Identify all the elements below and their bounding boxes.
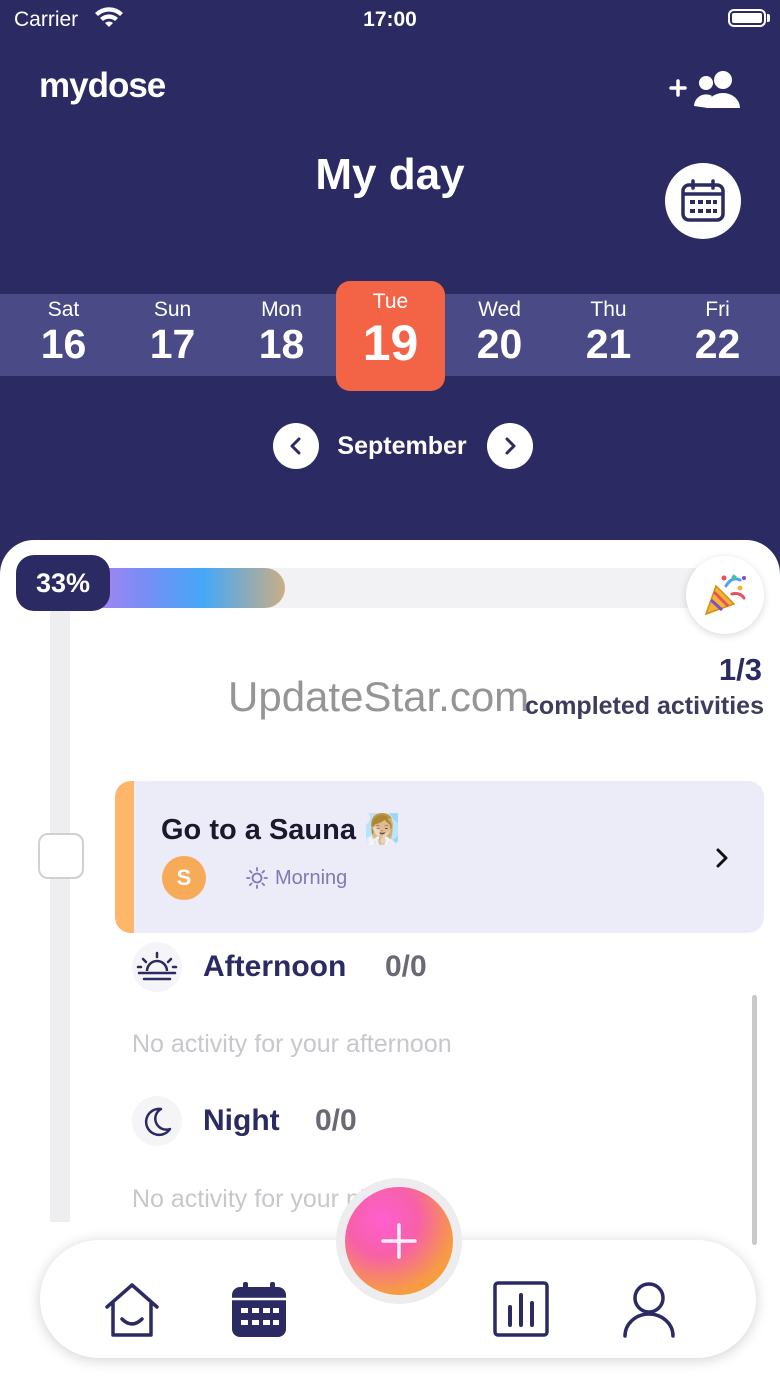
day-number: 16 [40, 321, 87, 367]
page-title: My day [315, 150, 465, 199]
chevron-right-icon [505, 437, 516, 455]
day-mon[interactable]: Mon 18 [227, 294, 336, 376]
day-name: Sun [153, 298, 192, 321]
party-popper-icon [704, 574, 746, 616]
completed-count: 1/3 [718, 652, 762, 687]
home-icon [105, 1283, 159, 1337]
month-navigation: September [0, 423, 780, 471]
status-bar: Carrier 17:00 [0, 0, 780, 40]
clock: 17:00 [363, 8, 417, 31]
battery-tip [767, 14, 770, 22]
day-number: 18 [258, 321, 305, 367]
day-number: 21 [585, 321, 632, 367]
progress-percent-badge: 33% [16, 555, 110, 611]
day-number: 20 [476, 321, 523, 367]
day-fri[interactable]: Fri 22 [663, 294, 772, 376]
afternoon-count: 0/0 [385, 950, 427, 983]
moon-icon [132, 1096, 182, 1146]
day-sun[interactable]: Sun 17 [118, 294, 227, 376]
activity-period: Morning [275, 867, 348, 889]
sun-icon [246, 867, 268, 894]
day-tue-selected[interactable]: Tue 19 [336, 281, 445, 391]
day-number: 19 [362, 315, 419, 371]
day-name: Mon [261, 298, 302, 321]
watermark: UpdateStar.com [228, 673, 530, 720]
avatar: S [162, 856, 206, 900]
sunset-icon [132, 942, 182, 992]
tab-stats[interactable] [493, 1281, 549, 1342]
day-thu[interactable]: Thu 21 [554, 294, 663, 376]
day-sat[interactable]: Sat 16 [9, 294, 118, 376]
day-name: Fri [705, 298, 730, 321]
add-user-icon [669, 71, 740, 108]
day-wed[interactable]: Wed 20 [445, 294, 554, 376]
chevron-right-icon [714, 847, 730, 874]
month-label: September [337, 432, 467, 460]
activity-card[interactable]: Go to a Sauna 🧖🏼‍♀️ S Morning [115, 781, 764, 933]
day-name: Wed [478, 298, 521, 321]
activity-checkbox[interactable] [38, 833, 84, 879]
add-user-button[interactable] [668, 68, 744, 112]
calendar-tab-icon [232, 1282, 286, 1337]
night-count: 0/0 [315, 1104, 357, 1137]
day-number: 17 [149, 321, 196, 367]
tab-calendar[interactable] [230, 1281, 288, 1344]
scrollbar[interactable] [752, 995, 757, 1245]
afternoon-empty-text: No activity for your afternoon [132, 1030, 452, 1058]
night-title: Night [203, 1104, 280, 1137]
timeline-rail [50, 606, 70, 1222]
day-name: Tue [372, 290, 409, 313]
next-month-button[interactable] [487, 423, 533, 469]
add-activity-button[interactable] [345, 1187, 453, 1295]
calendar-button[interactable] [665, 163, 741, 239]
celebrate-button[interactable] [686, 556, 764, 634]
profile-icon [623, 1282, 675, 1338]
chevron-left-icon [290, 437, 301, 455]
tab-home[interactable] [103, 1281, 161, 1344]
day-name: Thu [590, 298, 627, 321]
day-name: Sat [47, 298, 80, 321]
progress-fill [80, 568, 285, 608]
activity-title: Go to a Sauna 🧖🏼‍♀️ [161, 814, 401, 846]
plus-icon [381, 1223, 417, 1259]
app-logo: mydose [39, 66, 166, 105]
completed-label: completed activities [525, 692, 764, 720]
afternoon-title: Afternoon [203, 950, 347, 983]
stats-icon [493, 1281, 549, 1337]
calendar-icon [681, 179, 725, 222]
activity-color-bar [115, 781, 134, 933]
battery-icon [728, 9, 766, 27]
day-number: 22 [694, 321, 741, 367]
tab-profile[interactable] [620, 1280, 678, 1343]
prev-month-button[interactable] [273, 423, 319, 469]
